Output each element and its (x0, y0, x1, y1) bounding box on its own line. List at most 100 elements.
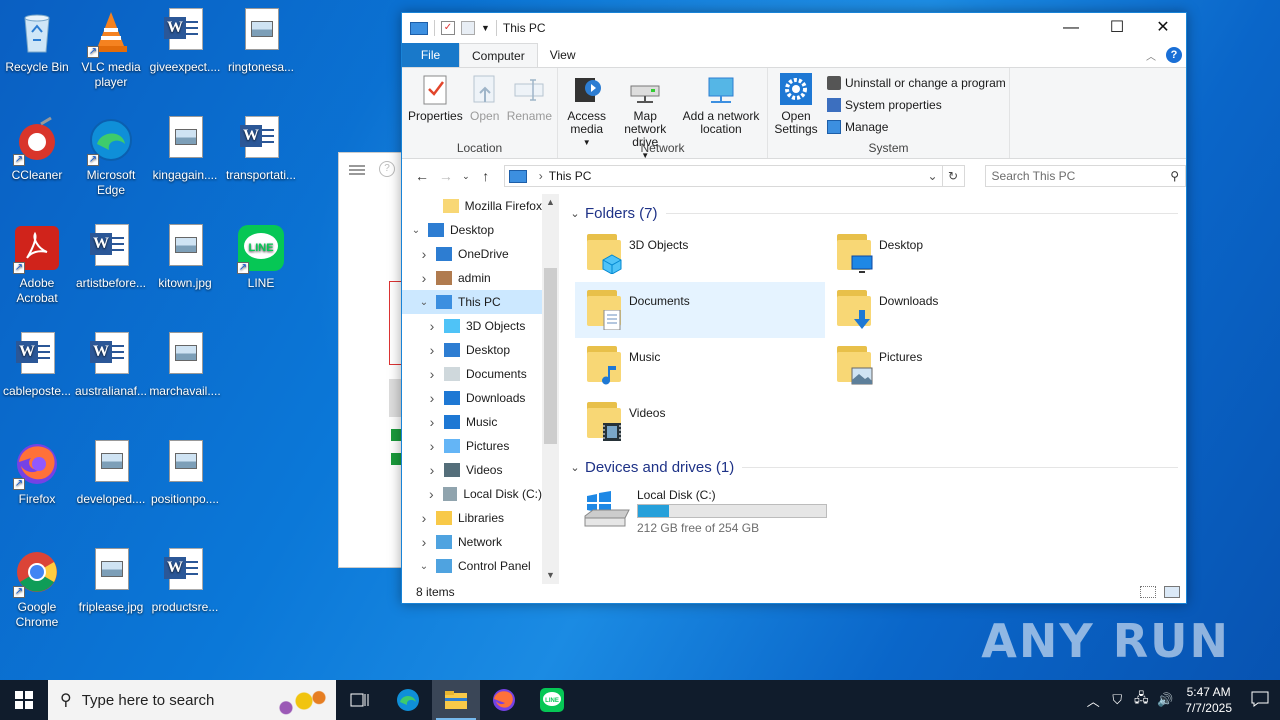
maximize-button[interactable]: ☐ (1094, 13, 1140, 43)
taskbar-firefox[interactable] (480, 680, 528, 720)
clock[interactable]: 5:47 AM 7/7/2025 (1177, 684, 1240, 716)
search-box[interactable]: Search This PC ⚲ (984, 165, 1186, 187)
folder-videos[interactable]: Videos (575, 394, 825, 450)
nav-item-documents[interactable]: › Documents (402, 362, 542, 386)
nav-item-this-pc[interactable]: ⌄ This PC (402, 290, 542, 314)
nav-item-downloads[interactable]: › Downloads (402, 386, 542, 410)
desktop-icon-productsre[interactable]: W productsre... (148, 548, 222, 615)
desktop-icon-acrobat[interactable]: ↗ Adobe Acrobat (0, 224, 74, 306)
folder-desktop[interactable]: Desktop (825, 226, 1075, 282)
desktop-icon-positionpo[interactable]: positionpo.... (148, 440, 222, 507)
collapsed-chevron-icon[interactable]: › (416, 246, 432, 262)
collapsed-chevron-icon[interactable]: › (424, 342, 440, 358)
nav-item-pictures[interactable]: › Pictures (402, 434, 542, 458)
system-properties-button[interactable]: System properties (827, 96, 1006, 114)
desktop-icon-kitown[interactable]: kitown.jpg (148, 224, 222, 291)
nav-item-desktop[interactable]: › Desktop (402, 338, 542, 362)
taskbar-line[interactable]: LINE (528, 680, 576, 720)
show-hidden-icons-icon[interactable]: ︿ (1081, 691, 1105, 710)
large-icons-view-icon[interactable] (1164, 586, 1180, 598)
nav-scrollbar[interactable]: ▲ ▼ (542, 194, 559, 584)
collapsed-chevron-icon[interactable]: › (424, 438, 440, 454)
collapsed-chevron-icon[interactable]: › (424, 414, 440, 430)
folder-music[interactable]: Music (575, 338, 825, 394)
desktop-icon-edge[interactable]: ↗ Microsoft Edge (74, 116, 148, 198)
minimize-button[interactable]: — (1048, 13, 1094, 43)
nav-item-onedrive[interactable]: › OneDrive (402, 242, 542, 266)
security-icon[interactable]: ⛉ (1105, 692, 1129, 708)
desktop-icon-artistbefore[interactable]: W artistbefore... (74, 224, 148, 291)
folder-pictures[interactable]: Pictures (825, 338, 1075, 394)
desktop-icon-marchavail[interactable]: marchavail.... (148, 332, 222, 399)
volume-icon[interactable]: 🔊 (1153, 692, 1177, 708)
desktop-icon-ccleaner[interactable]: ↗ CCleaner (0, 116, 74, 183)
manage-button[interactable]: Manage (827, 118, 1006, 136)
devices-section-header[interactable]: ⌄ Devices and drives (1) (567, 454, 1186, 480)
desktop-icon-vlc[interactable]: ↗ VLC media player (74, 8, 148, 90)
uninstall-program-button[interactable]: Uninstall or change a program (827, 74, 1006, 92)
nav-item-videos[interactable]: › Videos (402, 458, 542, 482)
nav-item-admin[interactable]: › admin (402, 266, 542, 290)
nav-item-desktop[interactable]: ⌄ Desktop (402, 218, 542, 242)
desktop-icon-transportati[interactable]: W transportati... (224, 116, 298, 183)
taskbar-search-box[interactable]: ⚲ Type here to search (48, 680, 336, 720)
expanded-chevron-icon[interactable]: ⌄ (416, 297, 432, 308)
collapsed-chevron-icon[interactable]: › (416, 534, 432, 550)
nav-item-network[interactable]: › Network (402, 530, 542, 554)
start-button[interactable] (0, 680, 48, 720)
nav-item-mozilla-firefox[interactable]: Mozilla Firefox (402, 194, 542, 218)
collapsed-chevron-icon[interactable]: › (424, 366, 440, 382)
collapsed-chevron-icon[interactable]: › (424, 486, 439, 502)
desktop-icon-kingagain[interactable]: kingagain.... (148, 116, 222, 183)
tab-computer[interactable]: Computer (459, 43, 538, 67)
desktop-icon-friplease[interactable]: friplease.jpg (74, 548, 148, 615)
folder-downloads[interactable]: Downloads (825, 282, 1075, 338)
properties-qa-icon[interactable]: ✓ (441, 21, 455, 35)
nav-item-3d-objects[interactable]: › 3D Objects (402, 314, 542, 338)
customize-qa-icon[interactable]: ▼ (481, 23, 490, 33)
scroll-up-icon[interactable]: ▲ (542, 194, 559, 211)
drive-local-disk-c[interactable]: Local Disk (C:) 212 GB free of 254 GB (575, 484, 1186, 539)
collapsed-chevron-icon[interactable]: › (424, 318, 440, 334)
notification-center-icon[interactable] (1240, 691, 1280, 710)
new-folder-qa-icon[interactable] (461, 21, 475, 35)
collapse-ribbon-icon[interactable]: ︿ (1146, 48, 1156, 63)
refresh-button[interactable]: ↻ (942, 165, 965, 187)
help-icon[interactable]: ? (1166, 47, 1182, 63)
nav-item-libraries[interactable]: › Libraries (402, 506, 542, 530)
desktop-icon-chrome[interactable]: ↗ Google Chrome (0, 548, 74, 630)
tab-view[interactable]: View (538, 43, 588, 67)
close-button[interactable]: ✕ (1140, 13, 1186, 43)
details-view-icon[interactable] (1140, 586, 1156, 598)
forward-button[interactable]: → (434, 168, 458, 184)
background-window[interactable]: ? (338, 152, 409, 568)
expanded-chevron-icon[interactable]: ⌄ (408, 225, 424, 236)
collapsed-chevron-icon[interactable]: › (424, 462, 440, 478)
expanded-chevron-icon[interactable]: ⌄ (416, 561, 432, 572)
collapsed-chevron-icon[interactable]: › (424, 390, 440, 406)
desktop-icon-line[interactable]: LINE ↗ LINE (224, 224, 298, 291)
collapsed-chevron-icon[interactable]: › (416, 510, 432, 526)
desktop-icon-ringtonesa[interactable]: ringtonesa... (224, 8, 298, 75)
scroll-thumb[interactable] (544, 268, 557, 444)
network-icon[interactable]: 🖧 (1129, 689, 1153, 711)
breadcrumb-this-pc[interactable]: This PC (549, 169, 592, 183)
tab-file[interactable]: File (402, 43, 459, 67)
desktop-icon-firefox[interactable]: ↗ Firefox (0, 440, 74, 507)
folder-documents[interactable]: Documents (575, 282, 825, 338)
desktop-icon-recycle-bin[interactable]: Recycle Bin (0, 8, 74, 75)
nav-item-music[interactable]: › Music (402, 410, 542, 434)
taskbar-edge[interactable] (384, 680, 432, 720)
up-button[interactable]: ↑ (474, 168, 498, 184)
nav-item-local-disk-c[interactable]: › Local Disk (C:) (402, 482, 542, 506)
folders-section-header[interactable]: ⌄ Folders (7) (567, 200, 1186, 226)
folder-3d-objects[interactable]: 3D Objects (575, 226, 825, 282)
desktop-icon-cableposte[interactable]: W cableposte... (0, 332, 74, 399)
desktop-icon-developed[interactable]: developed.... (74, 440, 148, 507)
desktop-icon-australianaf[interactable]: W australianaf... (74, 332, 148, 399)
address-dropdown-icon[interactable]: ⌄ (924, 169, 942, 183)
file-explorer-window[interactable]: ✓ ▼ This PC — ☐ ✕ File Computer View ︿ ?… (401, 12, 1187, 604)
task-view-button[interactable] (336, 680, 384, 720)
taskbar-file-explorer[interactable] (432, 680, 480, 720)
back-button[interactable]: ← (410, 168, 434, 184)
